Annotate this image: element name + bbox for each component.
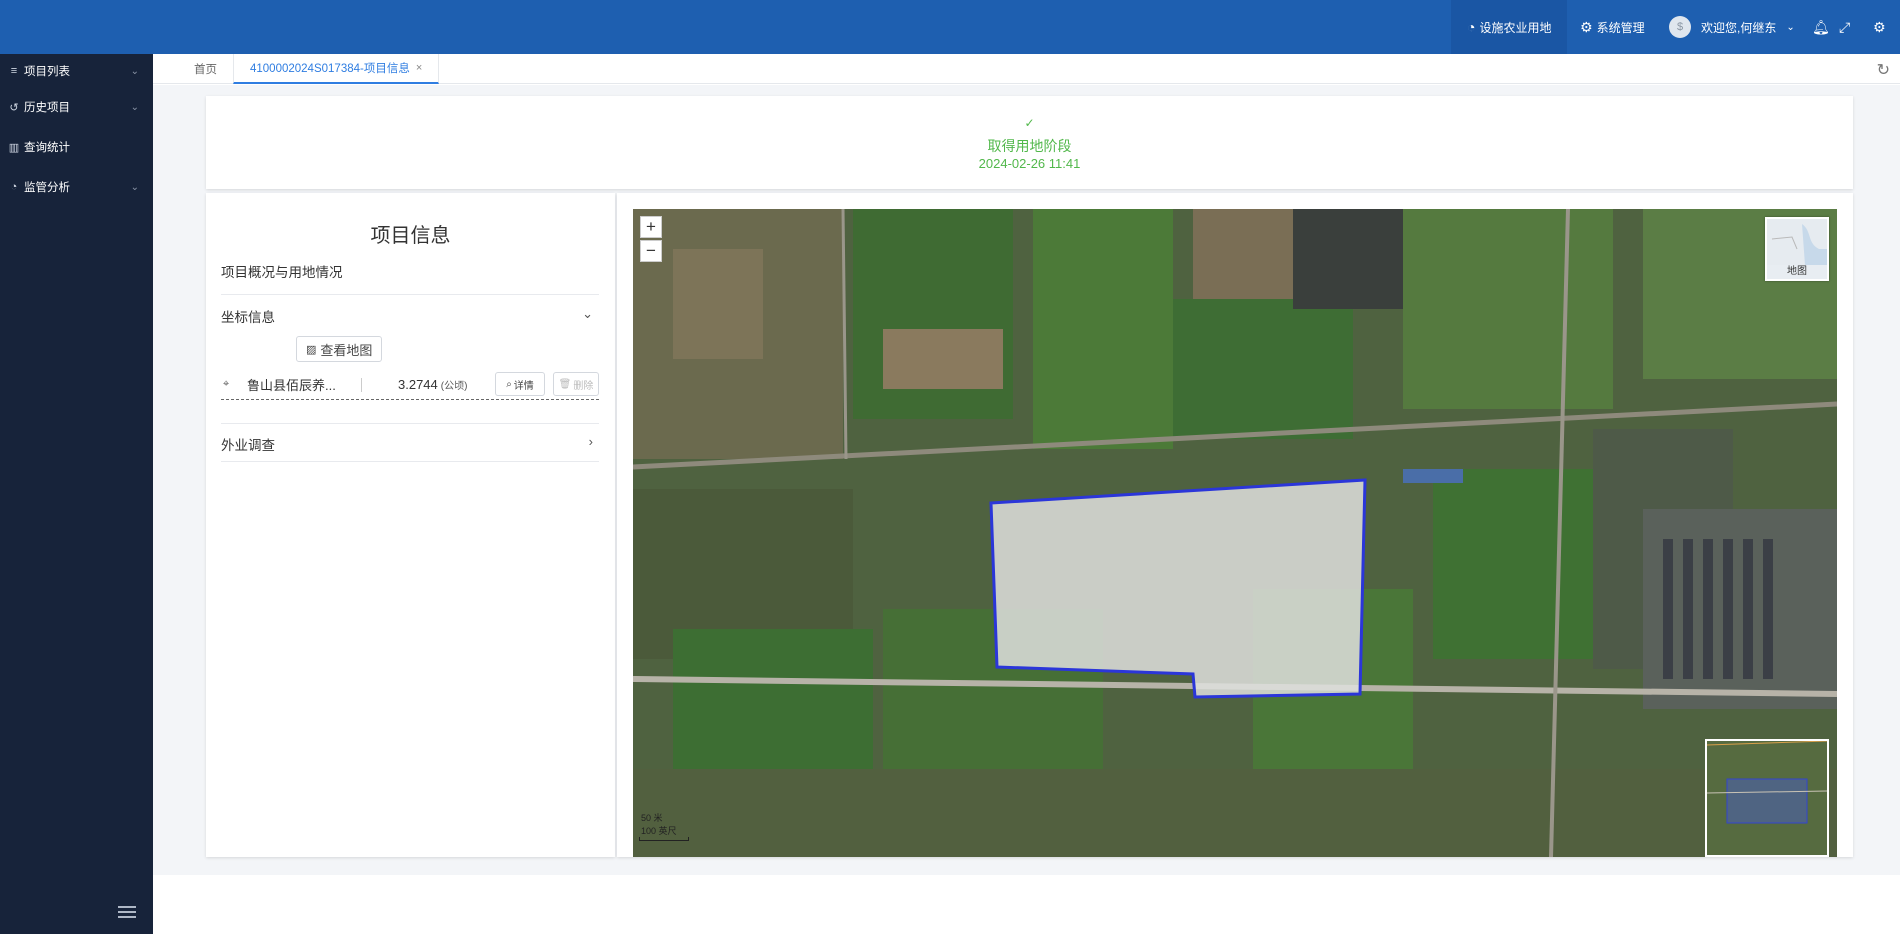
delete-button[interactable]: 🗑︎ 删除	[553, 372, 599, 396]
tab-home[interactable]: 首页	[194, 54, 217, 84]
overview-map[interactable]	[1705, 739, 1829, 857]
coordinate-area: 3.2744	[398, 377, 438, 392]
stage-time: 2024-02-26 11:41	[978, 156, 1081, 171]
chevron-down-icon: ⌄	[1786, 21, 1795, 33]
sidebar-item-query-stats[interactable]: ▥ 查询统计	[0, 132, 153, 162]
section-field-survey[interactable]: 外业调查 ›	[221, 434, 599, 454]
detail-button[interactable]: ⌕ 详情	[495, 372, 545, 396]
user-menu[interactable]: $ 欢迎您,何继东 ⌄	[1669, 0, 1795, 54]
chevron-right-icon: ›	[588, 434, 593, 449]
section-coordinates[interactable]: 坐标信息 ⌄	[221, 306, 599, 326]
search-icon: ⌕	[506, 378, 512, 390]
tab-label: 4100002024S017384-项目信息	[250, 63, 410, 75]
section-overview-label: 项目概况与用地情况	[221, 265, 343, 280]
area-unit: (公顷)	[440, 381, 468, 392]
settings-button[interactable]: ⚙	[1873, 0, 1886, 54]
satellite-map[interactable]: + − 地图 50 米 100 英尺	[633, 209, 1837, 857]
location-pin-icon: ⌖	[223, 378, 230, 390]
chart-icon: ▥	[8, 141, 20, 154]
divider	[361, 377, 362, 392]
close-icon[interactable]: ×	[416, 62, 422, 74]
scale-feet: 100 英尺	[641, 826, 677, 836]
overview-imagery	[1706, 740, 1828, 855]
welcome-text: 欢迎您,何继东	[1701, 20, 1777, 35]
fullscreen-button[interactable]: ⤢	[1839, 0, 1850, 54]
tab-label: 首页	[194, 64, 217, 76]
pie-chart-icon: ◔	[1467, 19, 1476, 35]
delete-label: 删除	[573, 380, 594, 392]
gear-icon: ⚙	[1873, 18, 1886, 35]
list-icon: ≡	[10, 65, 18, 77]
layer-label: 地图	[1787, 266, 1807, 277]
system-management-menu[interactable]: ⚙ 系统管理	[1580, 0, 1645, 54]
coordinate-item: ⌖ 鲁山县佰辰养... 3.2744 (公顷) ⌕ 详情 🗑︎ 删除	[221, 370, 599, 400]
expand-icon: ⤢	[1839, 18, 1851, 35]
avatar: $	[1669, 16, 1691, 38]
sidebar-item-supervision[interactable]: ◔ 监管分析 ⌄	[0, 172, 153, 202]
sidebar-item-label: 历史项目	[24, 102, 70, 114]
detail-label: 详情	[513, 380, 534, 392]
section-field-survey-label: 外业调查	[221, 438, 275, 453]
layer-switcher[interactable]: 地图	[1765, 217, 1829, 281]
tab-project-info[interactable]: 4100002024S017384-项目信息 ×	[233, 54, 440, 84]
map-panel: + − 地图 50 米 100 英尺	[617, 193, 1853, 857]
panel-title: 项目信息	[370, 225, 451, 247]
divider	[221, 423, 599, 424]
sidebar-item-label: 项目列表	[24, 66, 70, 78]
view-map-button[interactable]: ▨ 查看地图	[296, 336, 383, 362]
project-info-panel: 项目信息 项目概况与用地情况 坐标信息 ⌄ ▨ 查看地图 ⌖ 鲁山县佰辰养...…	[206, 193, 615, 857]
chevron-down-icon: ⌄	[130, 101, 139, 113]
sidebar: ≡ 项目列表 ⌄ ↺ 历史项目 ⌄ ▥ 查询统计 ◔ 监管分析 ⌄	[0, 54, 153, 934]
chevron-down-icon: ⌄	[130, 65, 139, 77]
notification-button[interactable]: 🔔︎	[1812, 0, 1830, 54]
scale-meters: 50 米	[641, 813, 663, 823]
scale-label: 50 米 100 英尺	[641, 811, 677, 837]
tab-bar: 首页 4100002024S017384-项目信息 × ↻	[153, 54, 1900, 84]
sidebar-collapse-button[interactable]	[118, 906, 136, 922]
system-management-label: 系统管理	[1596, 20, 1645, 35]
pie-icon: ◔	[10, 181, 18, 193]
zoom-in-button[interactable]: +	[640, 216, 662, 238]
chevron-down-icon: ⌄	[130, 181, 139, 193]
sidebar-item-label: 查询统计	[24, 142, 70, 154]
module-tab-facility-land[interactable]: ◔ 设施农业用地	[1451, 0, 1568, 54]
coordinate-name: 鲁山县佰辰养...	[247, 378, 336, 393]
stage-card: ✓ 取得用地阶段 2024-02-26 11:41	[206, 96, 1853, 189]
divider	[221, 461, 599, 462]
section-coordinates-label: 坐标信息	[221, 310, 275, 325]
trash-icon: 🗑︎	[558, 378, 572, 390]
sidebar-item-history[interactable]: ↺ 历史项目 ⌄	[0, 92, 153, 122]
zoom-out-button[interactable]: −	[640, 240, 662, 262]
divider	[221, 294, 599, 295]
footer	[153, 875, 1900, 934]
chevron-down-icon: ⌄	[582, 306, 593, 321]
history-icon: ↺	[9, 101, 19, 114]
parcel-polygon[interactable]	[989, 478, 1367, 699]
view-map-label: 查看地图	[320, 342, 373, 358]
scale-bar	[639, 837, 689, 841]
top-header: ◔ 设施农业用地 ⚙ 系统管理 $ 欢迎您,何继东 ⌄ 🔔︎ ⤢ ⚙	[0, 0, 1900, 54]
refresh-icon[interactable]: ↻	[1877, 60, 1890, 80]
stage-title: 取得用地阶段	[987, 138, 1072, 154]
bell-icon: 🔔︎	[1812, 18, 1830, 35]
image-icon: ▨	[306, 343, 317, 356]
gears-icon: ⚙	[1580, 18, 1593, 35]
sidebar-item-project-list[interactable]: ≡ 项目列表 ⌄	[0, 56, 153, 86]
module-tab-label: 设施农业用地	[1479, 20, 1552, 35]
map-imagery	[633, 209, 1837, 857]
section-overview[interactable]: 项目概况与用地情况	[221, 261, 599, 281]
sidebar-item-label: 监管分析	[24, 182, 70, 194]
map-thumbnail-icon	[1767, 219, 1827, 265]
check-icon: ✓	[1024, 116, 1035, 130]
